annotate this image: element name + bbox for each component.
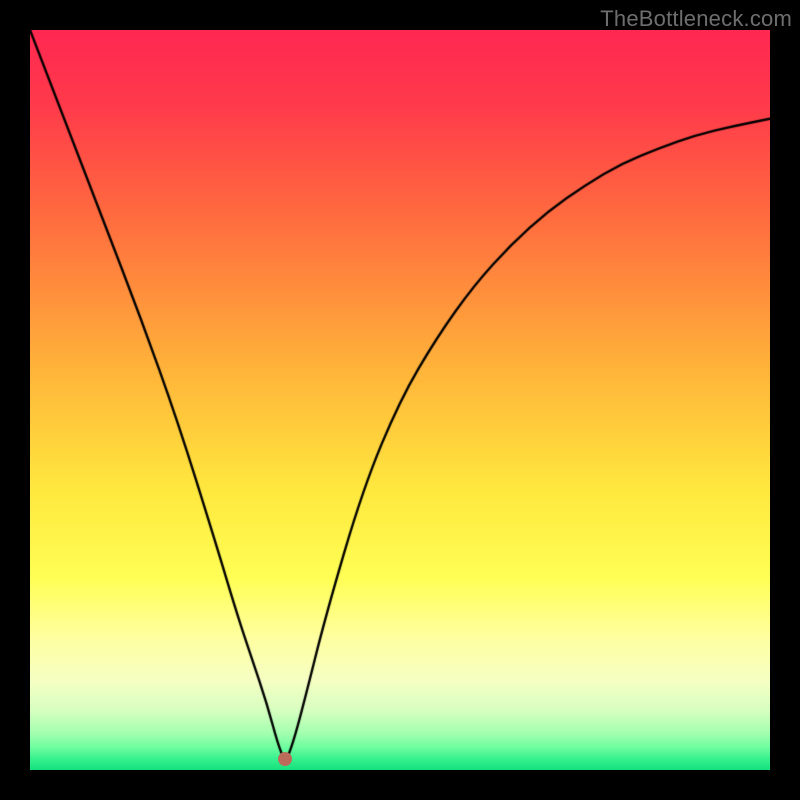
watermark-text: TheBottleneck.com [600, 6, 792, 32]
chart-frame: TheBottleneck.com [0, 0, 800, 800]
optimum-marker [278, 752, 292, 766]
bottleneck-curve [30, 30, 770, 770]
plot-area [30, 30, 770, 770]
